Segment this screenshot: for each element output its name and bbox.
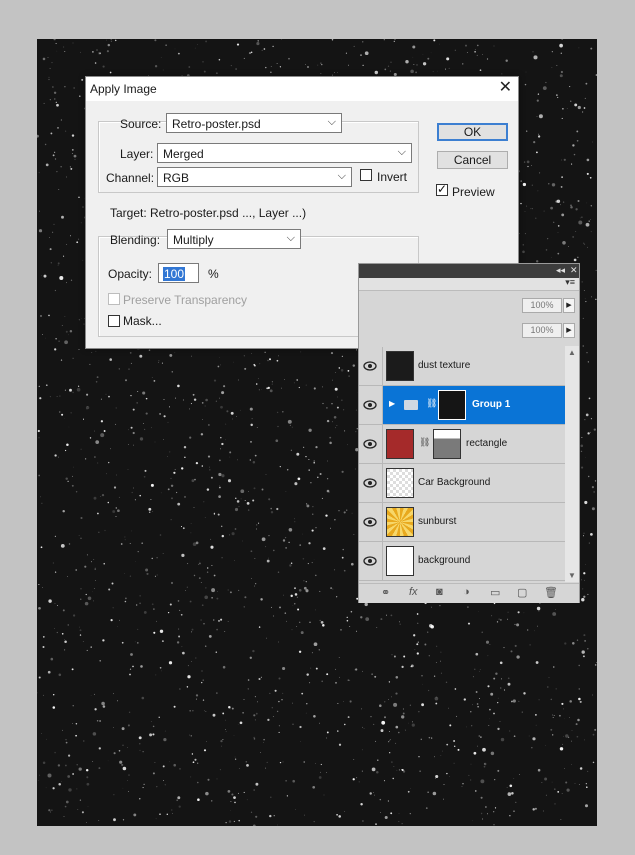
opacity-label: Opacity:: [108, 267, 153, 281]
layers-scrollbar[interactable]: ▲ ▼: [565, 346, 579, 582]
layer-thumbnail[interactable]: [386, 351, 414, 381]
layer-mask-thumbnail[interactable]: [438, 390, 466, 420]
visibility-toggle[interactable]: [359, 425, 383, 463]
eye-icon: [363, 478, 377, 488]
visibility-toggle[interactable]: [359, 542, 383, 580]
close-icon[interactable]: ✕: [499, 80, 512, 96]
visibility-toggle[interactable]: [359, 386, 383, 424]
visibility-toggle[interactable]: [359, 347, 383, 385]
visibility-toggle[interactable]: [359, 464, 383, 502]
layer-thumbnail[interactable]: [386, 429, 414, 459]
layer-row[interactable]: ⛓ rectangle: [359, 425, 565, 464]
opacity-unit: %: [208, 267, 219, 281]
channel-select[interactable]: RGB ⌵: [157, 167, 352, 187]
layer-name: sunburst: [418, 516, 457, 527]
layers-panel: ◂◂ ✕ ▾≡ 100% ▶ 100% ▶ dust texture ▶ ⛓ Grou…: [358, 263, 580, 603]
layer-thumbnail[interactable]: [386, 507, 414, 537]
dialog-title: Apply Image: [90, 82, 157, 96]
layer-name: Group 1: [472, 399, 511, 410]
blending-label: Blending:: [110, 233, 161, 247]
eye-icon: [363, 439, 377, 449]
scroll-down-icon[interactable]: ▼: [568, 571, 576, 580]
adjustment-layer-icon[interactable]: ◑: [463, 586, 470, 598]
mask-label: Mask...: [123, 314, 162, 328]
panel-tabbar: ▾≡: [359, 277, 579, 291]
source-label: Source:: [120, 117, 162, 131]
eye-icon: [363, 556, 377, 566]
mask-link-icon[interactable]: ⛓: [426, 398, 437, 409]
mask-link-icon[interactable]: ⛓: [419, 437, 430, 448]
layers-footer: ⚭ fx ◙ ◑ ▭ ▢ 🗑: [359, 583, 579, 603]
preserve-transparency-label: Preserve Transparency: [123, 293, 248, 307]
layer-opacity-field[interactable]: 100%: [522, 298, 562, 313]
close-panel-icon[interactable]: ✕: [570, 265, 578, 276]
layer-row[interactable]: sunburst: [359, 503, 565, 542]
chevron-down-icon: ⌵: [397, 146, 406, 158]
expand-arrow-icon[interactable]: ▶: [389, 399, 395, 408]
layer-select[interactable]: Merged ⌵: [157, 143, 412, 163]
channel-label: Channel:: [106, 171, 155, 185]
target-text: Target: Retro-poster.psd ..., Layer ...): [110, 206, 307, 220]
new-layer-icon[interactable]: ▢: [517, 586, 527, 599]
layer-name: dust texture: [418, 360, 471, 371]
visibility-toggle[interactable]: [359, 503, 383, 541]
chevron-down-icon: ⌵: [327, 116, 336, 128]
layer-thumbnail[interactable]: [386, 546, 414, 576]
new-group-icon[interactable]: ▭: [490, 586, 500, 599]
layer-name: Car Background: [418, 477, 491, 488]
opacity-input[interactable]: 100: [158, 263, 199, 283]
layer-row[interactable]: background: [359, 542, 565, 581]
preview-checkbox[interactable]: [436, 182, 448, 196]
delete-layer-icon[interactable]: 🗑: [544, 586, 558, 599]
layer-row[interactable]: Car Background: [359, 464, 565, 503]
add-mask-icon[interactable]: ◙: [436, 586, 443, 598]
chevron-down-icon: ⌵: [337, 170, 346, 182]
chevron-down-icon: ⌵: [286, 232, 295, 244]
layer-row[interactable]: ▶ ⛓ Group 1: [359, 386, 565, 425]
opacity-arrow-icon[interactable]: ▶: [563, 298, 575, 313]
eye-icon: [363, 361, 377, 371]
dialog-titlebar[interactable]: Apply Image ✕: [86, 77, 518, 101]
layer-name: background: [418, 555, 471, 566]
blending-select[interactable]: Multiply ⌵: [167, 229, 301, 249]
preview-label: Preview: [452, 185, 495, 199]
link-layers-icon[interactable]: ⚭: [381, 586, 390, 599]
layer-row[interactable]: dust texture: [359, 347, 565, 386]
ok-button[interactable]: OK: [437, 123, 508, 141]
mask-checkbox[interactable]: [108, 315, 120, 327]
invert-label: Invert: [377, 170, 408, 184]
fill-arrow-icon[interactable]: ▶: [563, 323, 575, 338]
scroll-up-icon[interactable]: ▲: [568, 348, 576, 357]
source-select[interactable]: Retro-poster.psd ⌵: [166, 113, 342, 133]
layer-mask-thumbnail[interactable]: [433, 429, 461, 459]
eye-icon: [363, 400, 377, 410]
channel-value: RGB: [163, 171, 190, 185]
panel-header[interactable]: ◂◂ ✕: [359, 264, 579, 278]
source-value: Retro-poster.psd: [172, 117, 261, 131]
invert-checkbox[interactable]: [360, 169, 372, 181]
opacity-value: 100: [163, 267, 186, 281]
preserve-transparency-checkbox[interactable]: [108, 293, 120, 305]
collapse-icon[interactable]: ◂◂: [556, 265, 565, 276]
panel-menu-icon[interactable]: ▾≡: [565, 277, 575, 288]
layer-fill-field[interactable]: 100%: [522, 323, 562, 338]
eye-icon: [363, 517, 377, 527]
layer-label: Layer:: [120, 147, 154, 161]
blending-value: Multiply: [173, 233, 214, 247]
layer-thumbnail[interactable]: [386, 468, 414, 498]
fx-icon[interactable]: fx: [409, 586, 418, 598]
layer-value: Merged: [163, 147, 204, 161]
layer-name: rectangle: [466, 438, 508, 449]
folder-icon: [404, 400, 418, 410]
cancel-button[interactable]: Cancel: [437, 151, 508, 169]
